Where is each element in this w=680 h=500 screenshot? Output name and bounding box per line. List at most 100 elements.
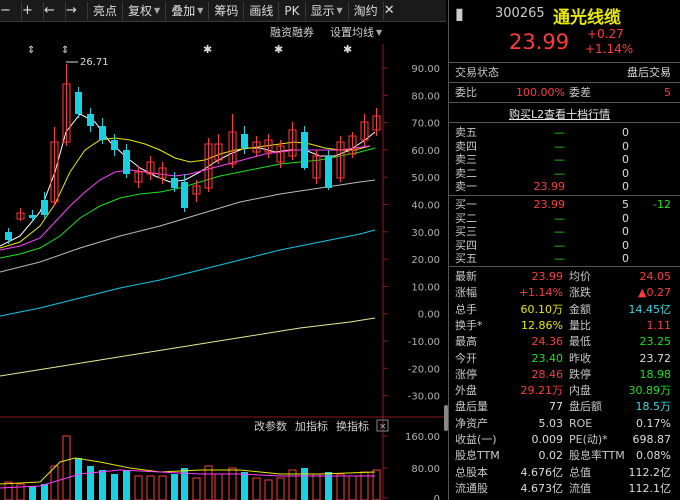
adjust-dropdown[interactable]: 复权 ▼ [123,1,167,20]
quote-panel: ▮ 300265 通光线缆 23.99 +0.27 +1.14% 交易状态 盘后… [448,0,680,500]
adjust-label: 复权 [128,3,153,18]
volume-bars [4,435,381,500]
minus-icon[interactable]: − [0,1,22,20]
news-star-icon: ✱ [203,43,212,56]
display-dropdown[interactable]: 显示 ▼ [306,1,349,20]
stats-row: 股息TTM 0.02 股息率TTM 0.08% [449,449,680,463]
price-axis-label: 30.00 [411,228,440,239]
stats-row: 最新 23.99 均价 24.05 [449,270,680,284]
order-book-row: 买二 — 0 [449,212,680,226]
stats-row: 总手 60.10万 金额 14.45亿 [449,303,680,317]
order-book-row: 买一 23.99 5 -12 [449,198,680,212]
stat-label: 量比 [569,318,591,332]
price-axis-label: 20.00 [411,255,440,266]
volume-bar-down [241,472,248,500]
volume-bar-down [41,484,48,500]
kline-chart[interactable]: 融资融券 设置均线 ▼ ⇕ ⇕ ✱ ✱ ✱ 90.00 80.00 70.00 60.… [0,22,446,500]
order-diff-label: 委差 [569,86,591,99]
stock-name: 通光线缆 [553,8,621,28]
candle-body-down [87,114,94,126]
level-volume: 0 [622,180,629,194]
close-icon: × [379,422,387,432]
change-params-link[interactable]: 改参数 [254,419,287,433]
volume-bar-down [29,486,36,500]
candle-body-down [75,92,82,114]
stats-row: 净资产 5.03 ROE 0.17% [449,417,680,431]
level-label: 卖三 [455,153,477,167]
level-price: — [554,166,565,180]
level-label: 买二 [455,211,477,225]
candlesticks [5,64,381,244]
arrow-left-icon[interactable]: ← [44,1,66,20]
overlay-dropdown[interactable]: 叠加 ▼ [166,1,210,20]
order-book-row: 买四 — 0 [449,239,680,253]
level-price: 23.99 [533,180,566,194]
volume-bar-up [276,477,285,500]
stat-value: 23.99 [531,270,564,283]
add-indicator-link[interactable]: 加指标 [295,419,328,433]
chevron-down-icon: ▼ [197,5,204,15]
stat-value: 24.05 [639,270,672,283]
price-axis: 90.00 80.00 70.00 60.00 50.00 40.00 30.00 20.00… [383,64,440,403]
stat-value: 5.03 [538,416,564,430]
news-star-icon: ✱ [274,43,283,56]
margin-trading-link[interactable]: 融资融券 [270,25,314,39]
highlights-button[interactable]: 亮点 [88,1,124,20]
pk-label: PK [284,3,300,18]
candle-body-down [241,134,248,148]
stat-value: 112.1亿 [628,481,672,495]
volume-axis: 160.00 80.00 0 [383,432,440,500]
stat-label: 总手 [455,302,477,316]
level-change: -12 [653,198,671,211]
stats-row: 换手* 12.86% 量比 1.11 [449,319,680,333]
divider [449,62,680,63]
arrow-right-icon[interactable]: → [66,1,88,20]
stat-value: 30.89万 [628,384,672,398]
stat-label: 最高 [455,335,477,349]
level-price: — [554,211,565,225]
stats-row: 今开 23.40 昨收 23.72 [449,352,680,366]
chips-button[interactable]: 筹码 [209,1,245,20]
price-axis-label: 50.00 [411,173,440,184]
pk-button[interactable]: PK [279,1,306,20]
draw-line-button[interactable]: 画线 [244,1,280,20]
ma-setting-link[interactable]: 设置均线 [330,25,374,39]
gear-icon[interactable]: ▮ [455,4,464,23]
price-axis-label: 10.00 [411,282,440,293]
close-icon[interactable]: ✕ [384,2,406,20]
volume-bar-up [204,465,213,500]
price-axis-label: 90.00 [411,64,440,75]
candle-body-down [171,178,178,188]
level-price: — [554,153,565,167]
order-book-row: 买五 — 0 [449,252,680,266]
overlay-label: 叠加 [171,3,196,18]
level-label: 卖一 [455,180,477,194]
volume-axis-label: 160.00 [405,432,440,443]
chevron-down-icon: ▼ [376,28,383,37]
volume-bar-up [336,473,345,500]
moving-averages [0,113,376,377]
price-axis-label: 40.00 [411,201,440,212]
plus-icon[interactable]: + [22,1,44,20]
stat-value: 4.673亿 [520,481,564,495]
buy-l2-link[interactable]: 购买L2查看十档行情 [509,106,610,122]
peak-price-label: 26.71 [80,57,109,68]
level-label: 买三 [455,225,477,239]
taoyue-button[interactable]: 淘约 [349,1,384,20]
stat-label: 盘后量 [455,400,488,414]
stat-label: 最低 [569,335,591,349]
stat-value: 18.5万 [635,400,672,414]
level-label: 卖四 [455,139,477,153]
volume-bar-up [158,475,167,500]
stat-label: 流通股 [455,481,488,495]
stats-row: 盘后量 77 盘后额 18.5万 [449,400,680,414]
stat-value: 24.36 [531,335,564,349]
stat-value: +1.14% [518,286,563,300]
stats-row: 总股本 4.676亿 总值 112.2亿 [449,466,680,480]
stat-value: 0.17% [636,416,671,430]
level-price: — [554,252,565,266]
order-book-row: 卖四 — 0 [449,140,680,154]
level-price: — [554,139,565,153]
switch-indicator-link[interactable]: 换指标 [336,419,369,433]
stat-value: 29.21万 [520,384,564,398]
